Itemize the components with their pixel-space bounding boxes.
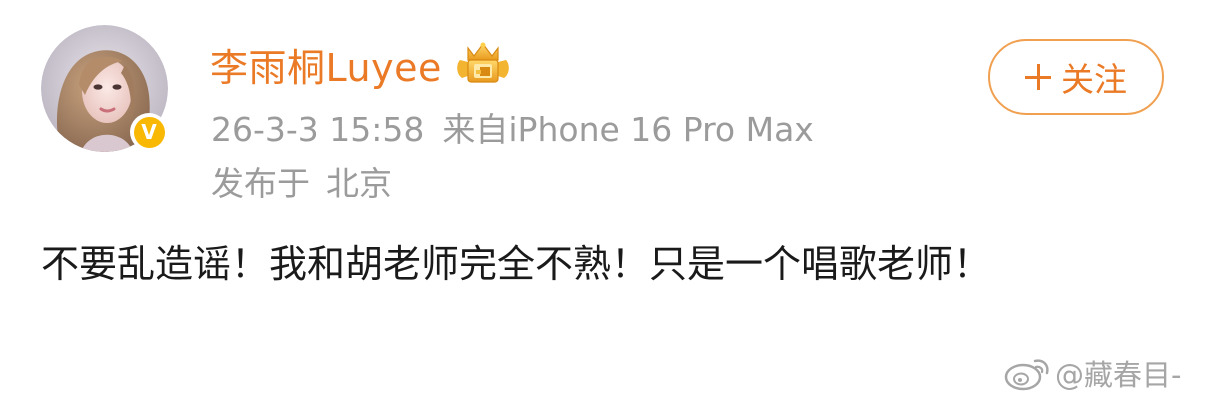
follow-button-label: 关注 [1061, 60, 1127, 99]
location-city[interactable]: 北京 [326, 164, 392, 203]
username[interactable]: 李雨桐Luyee [210, 37, 442, 92]
watermark-text: @藏春目- [1055, 358, 1182, 392]
verified-v-icon: V [133, 116, 165, 148]
post-source: 来自iPhone 16 Pro Max [442, 110, 814, 149]
follow-button[interactable]: 关注 [988, 39, 1164, 115]
post-meta: 26-3-3 15:58 来自iPhone 16 Pro Max [211, 103, 814, 151]
post-text: 不要乱造谣！我和胡老师完全不熟！只是一个唱歌老师！ [41, 242, 992, 286]
post-location: 发布于 北京 [211, 157, 392, 205]
post-timestamp: 26-3-3 15:58 [211, 110, 425, 149]
verified-badge: V [130, 113, 168, 151]
location-prefix: 发布于 [211, 164, 310, 203]
weibo-post: V 李雨桐Luyee 26-3-3 15:58 来自iPhone 16 Pro M… [0, 0, 1206, 401]
plus-icon [1025, 64, 1051, 90]
watermark: @藏春目- [1003, 352, 1181, 394]
weibo-logo-icon [1004, 359, 1049, 391]
crown-badge-icon[interactable] [454, 40, 512, 88]
username-row: 李雨桐Luyee [210, 38, 512, 90]
